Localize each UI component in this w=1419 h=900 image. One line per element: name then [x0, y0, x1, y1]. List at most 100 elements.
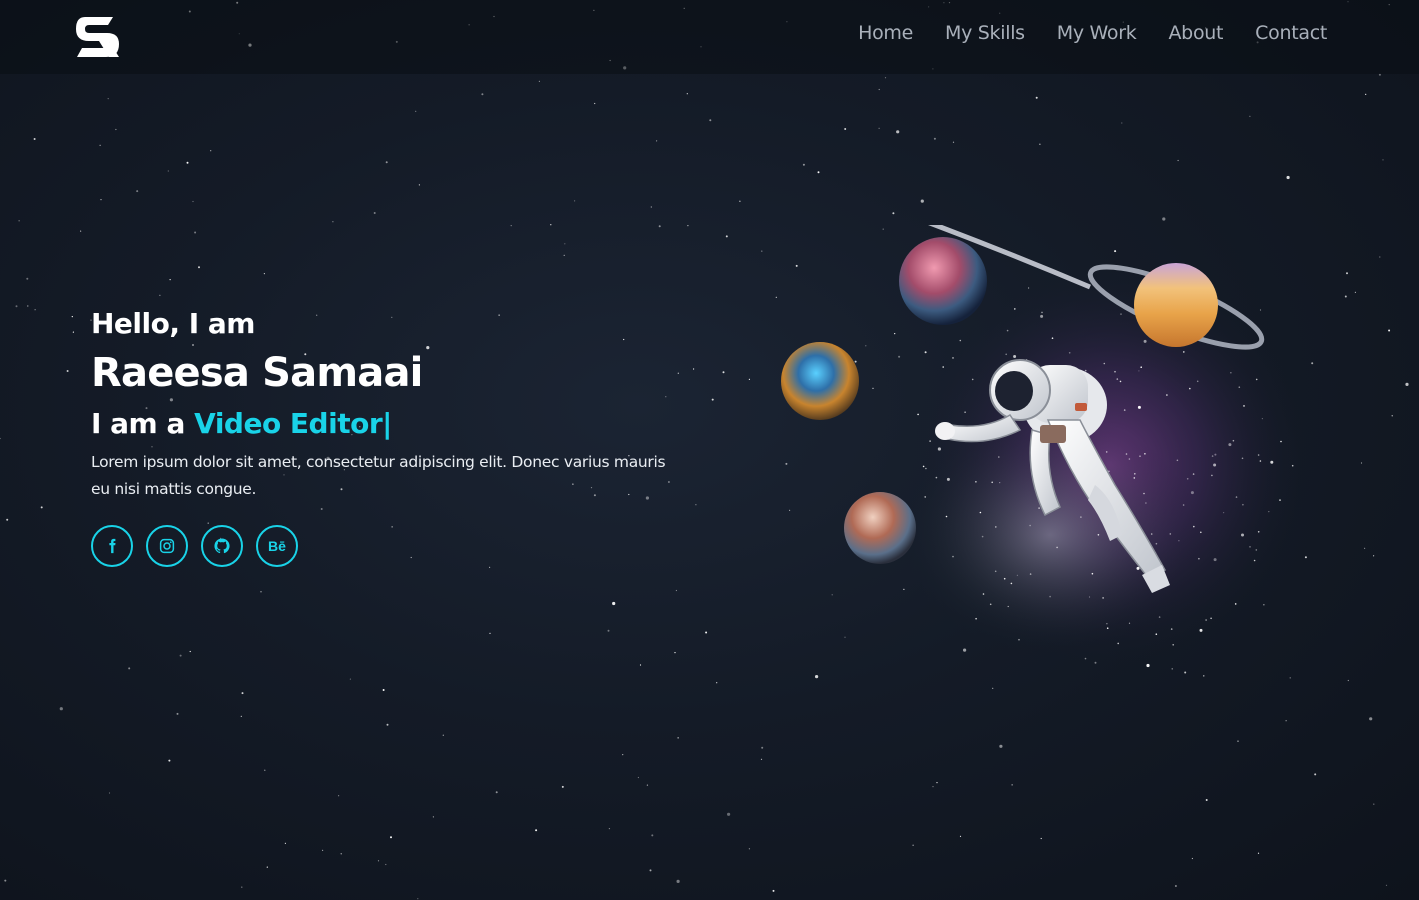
star: [1257, 852, 1260, 854]
role-highlight: Video Editor: [194, 407, 383, 440]
star: [952, 141, 955, 143]
sparkle: [1235, 496, 1238, 498]
star: [677, 372, 679, 374]
star: [198, 266, 200, 269]
sparkle: [952, 555, 954, 558]
star: [260, 591, 262, 593]
star: [538, 80, 541, 82]
nav-about[interactable]: About: [1168, 22, 1223, 44]
star: [385, 161, 388, 164]
star: [495, 791, 498, 794]
star: [709, 119, 712, 122]
star: [1382, 159, 1384, 161]
star: [1162, 217, 1166, 221]
star: [999, 744, 1003, 748]
github-button[interactable]: [201, 525, 243, 567]
star: [1311, 362, 1314, 365]
star: [284, 842, 286, 845]
star: [912, 844, 914, 846]
star: [725, 235, 728, 238]
star: [1039, 143, 1041, 145]
star: [677, 737, 679, 739]
star: [892, 212, 895, 215]
sparkle: [998, 456, 1000, 458]
star: [1385, 884, 1388, 886]
star: [933, 137, 936, 140]
star: [651, 834, 654, 837]
star: [1237, 740, 1239, 742]
sparkle: [1119, 380, 1122, 383]
sparkle: [1213, 558, 1217, 562]
star: [695, 504, 697, 506]
nav-my-skills[interactable]: My Skills: [945, 22, 1025, 44]
sparkle: [1228, 443, 1232, 447]
star: [878, 127, 880, 129]
star: [722, 371, 725, 374]
hero-role: I am a Video Editor|: [91, 405, 671, 443]
star: [1314, 773, 1317, 776]
blue-orange-planet: [781, 342, 859, 420]
star: [322, 849, 324, 852]
behance-button[interactable]: Bē: [256, 525, 298, 567]
social-links: Bē: [91, 525, 671, 567]
star: [1174, 885, 1177, 887]
sparkle: [1117, 642, 1119, 645]
hero-name: Raeesa Samaai: [91, 350, 423, 396]
sparkle: [1010, 582, 1013, 585]
navbar: Home My Skills My Work About Contact: [0, 0, 1419, 74]
star: [739, 200, 741, 202]
star: [1369, 717, 1373, 721]
sparkle: [1234, 603, 1237, 605]
sr-logo-icon[interactable]: [75, 15, 121, 59]
star: [564, 243, 566, 245]
sparkle: [1241, 457, 1244, 460]
sparkle: [1169, 533, 1172, 535]
sparkle: [1140, 366, 1142, 368]
sparkle: [1196, 380, 1199, 383]
star: [650, 206, 652, 208]
sparkle: [1210, 617, 1212, 620]
star: [6, 518, 9, 521]
star: [241, 692, 244, 695]
star: [772, 889, 775, 892]
nav-my-work[interactable]: My Work: [1057, 22, 1137, 44]
sparkle: [1105, 451, 1108, 453]
star: [563, 254, 565, 256]
star: [71, 316, 73, 318]
facebook-button[interactable]: [91, 525, 133, 567]
star: [711, 398, 714, 401]
star: [1373, 803, 1375, 805]
sparkle: [1116, 378, 1119, 380]
sparkle: [1183, 351, 1185, 353]
star: [727, 812, 731, 816]
star: [128, 667, 131, 670]
sparkle: [1166, 394, 1168, 396]
nav-contact[interactable]: Contact: [1255, 22, 1327, 44]
sparkle: [1211, 455, 1214, 457]
sparkle: [1280, 440, 1282, 443]
star: [26, 277, 29, 280]
star: [612, 601, 616, 606]
star: [1388, 329, 1391, 332]
sparkle: [1200, 531, 1202, 534]
github-icon: [214, 538, 230, 554]
star: [761, 250, 763, 252]
star: [1205, 799, 1208, 801]
sparkle: [1182, 504, 1185, 506]
star: [1011, 784, 1013, 786]
sparkle: [1143, 492, 1145, 495]
star: [748, 848, 751, 850]
star: [1378, 73, 1381, 76]
sparkle: [1125, 453, 1128, 455]
sparkle: [1155, 633, 1158, 635]
sparkle: [1029, 524, 1031, 527]
sparkle: [1186, 478, 1189, 480]
sparkle: [1199, 628, 1203, 632]
sparkle: [1133, 477, 1136, 479]
sparkle: [929, 440, 931, 442]
sparkle: [1018, 638, 1020, 641]
nav-home[interactable]: Home: [858, 22, 913, 44]
sparkle: [1241, 533, 1244, 537]
sparkle: [1097, 534, 1100, 536]
instagram-button[interactable]: [146, 525, 188, 567]
